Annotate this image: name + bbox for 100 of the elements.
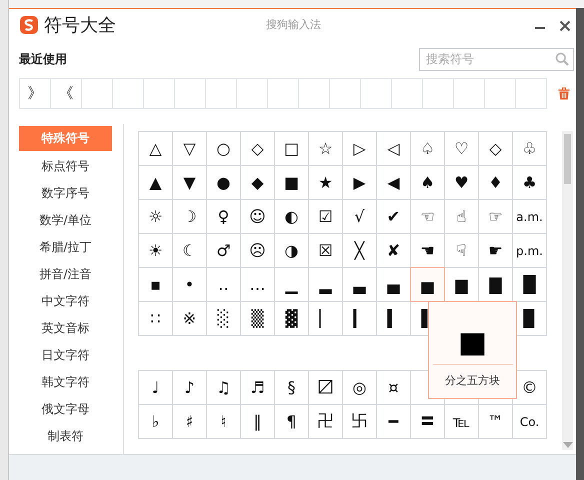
symbol-key[interactable]: ♣: [513, 166, 547, 200]
symbol-key[interactable]: ▃: [343, 268, 377, 302]
symbol-key[interactable]: □: [275, 132, 309, 166]
symbol-key[interactable]: ▍: [377, 302, 411, 336]
category-tab[interactable]: 英文音标: [19, 315, 112, 342]
symbol-key[interactable]: ‥: [207, 268, 241, 302]
symbol-key[interactable]: ☹: [241, 234, 275, 268]
symbol-key[interactable]: ℡: [445, 405, 479, 439]
symbol-key[interactable]: ☽: [173, 200, 207, 234]
symbol-key[interactable]: 《: [51, 78, 82, 108]
symbol-key[interactable]: ☜: [411, 200, 445, 234]
symbol-key[interactable]: ■: [275, 166, 309, 200]
scroll-down-icon[interactable]: [562, 442, 572, 448]
symbol-key[interactable]: ▂: [309, 268, 343, 302]
symbol-key[interactable]: ¤: [377, 371, 411, 405]
empty-slot[interactable]: [82, 78, 113, 108]
symbol-key[interactable]: ▲: [139, 166, 173, 200]
symbol-key[interactable]: ¶: [275, 405, 309, 439]
symbol-key[interactable]: ◎: [343, 371, 377, 405]
scrollbar-thumb[interactable]: [564, 134, 571, 184]
symbol-key[interactable]: 》: [20, 78, 51, 108]
symbol-key[interactable]: ▼: [173, 166, 207, 200]
category-tab[interactable]: 制表符: [19, 423, 112, 450]
category-tab[interactable]: 中文字符: [19, 288, 112, 315]
empty-slot[interactable]: [330, 78, 361, 108]
empty-slot[interactable]: [454, 78, 485, 108]
symbol-key[interactable]: ✘: [377, 234, 411, 268]
symbol-key[interactable]: √: [343, 200, 377, 234]
symbol-key[interactable]: ‖: [241, 405, 275, 439]
symbol-key[interactable]: ♯: [173, 405, 207, 439]
symbol-key[interactable]: ™: [479, 405, 513, 439]
search-field[interactable]: 搜索符号: [419, 48, 574, 70]
symbol-key[interactable]: ✔: [377, 200, 411, 234]
symbol-key[interactable]: ☆: [309, 132, 343, 166]
symbol-key[interactable]: ▒: [241, 302, 275, 336]
symbol-key[interactable]: ※: [173, 302, 207, 336]
empty-slot[interactable]: [175, 78, 206, 108]
symbol-key[interactable]: ♭: [139, 405, 173, 439]
empty-slot[interactable]: [423, 78, 454, 108]
category-tab[interactable]: 俄文字母: [19, 396, 112, 423]
symbol-key[interactable]: △: [139, 132, 173, 166]
category-tab[interactable]: 希腊/拉丁: [19, 234, 112, 261]
symbol-key[interactable]: Co.: [513, 405, 547, 439]
symbol-key[interactable]: ♪: [173, 371, 207, 405]
symbol-key[interactable]: 卍: [309, 405, 343, 439]
symbol-key[interactable]: ▁: [275, 268, 309, 302]
empty-slot[interactable]: [485, 78, 516, 108]
symbol-key[interactable]: 〼: [309, 371, 343, 405]
symbol-key[interactable]: ♦: [479, 166, 513, 200]
symbol-key[interactable]: ♤: [411, 132, 445, 166]
symbol-key[interactable]: ∷: [139, 302, 173, 336]
symbol-key[interactable]: ♧: [513, 132, 547, 166]
symbol-key[interactable]: ◐: [275, 200, 309, 234]
symbol-key[interactable]: ☺: [241, 200, 275, 234]
symbol-key[interactable]: ◆: [241, 166, 275, 200]
empty-slot[interactable]: [516, 78, 547, 108]
symbol-key[interactable]: ★: [309, 166, 343, 200]
symbol-key[interactable]: ◑: [275, 234, 309, 268]
symbol-key[interactable]: ♫: [207, 371, 241, 405]
symbol-key[interactable]: ▏: [309, 302, 343, 336]
symbol-key[interactable]: ♬: [241, 371, 275, 405]
symbol-key[interactable]: ━: [377, 405, 411, 439]
category-tab[interactable]: 数字序号: [19, 180, 112, 207]
category-tab[interactable]: 数学/单位: [19, 207, 112, 234]
category-tab[interactable]: 标点符号: [19, 153, 112, 180]
symbol-key[interactable]: a.m.: [513, 200, 547, 234]
symbol-key[interactable]: p.m.: [513, 234, 547, 268]
symbol-key[interactable]: ○: [207, 132, 241, 166]
symbol-key[interactable]: 〓: [411, 405, 445, 439]
symbol-key[interactable]: ╳: [343, 234, 377, 268]
empty-slot[interactable]: [392, 78, 423, 108]
symbol-key[interactable]: ♥: [445, 166, 479, 200]
symbol-key[interactable]: ▓: [275, 302, 309, 336]
symbol-key[interactable]: ☼: [139, 200, 173, 234]
symbol-key[interactable]: ●: [207, 166, 241, 200]
symbol-key[interactable]: ☞: [479, 200, 513, 234]
symbol-key[interactable]: ◁: [377, 132, 411, 166]
symbol-key[interactable]: ☝: [445, 200, 479, 234]
symbol-key[interactable]: …: [241, 268, 275, 302]
symbol-key[interactable]: •: [173, 268, 207, 302]
symbol-key[interactable]: 卐: [343, 405, 377, 439]
symbol-key[interactable]: ♮: [207, 405, 241, 439]
symbol-key[interactable]: ◀: [377, 166, 411, 200]
category-tab[interactable]: 韩文字符: [19, 369, 112, 396]
empty-slot[interactable]: [268, 78, 299, 108]
symbol-key[interactable]: ♠: [411, 166, 445, 200]
search-icon[interactable]: [555, 52, 569, 66]
symbol-key[interactable]: ☟: [445, 234, 479, 268]
scrollbar[interactable]: [562, 131, 573, 450]
symbol-key[interactable]: ▶: [343, 166, 377, 200]
symbol-key[interactable]: ☛: [479, 234, 513, 268]
category-tab[interactable]: 日文字符: [19, 342, 112, 369]
symbol-key[interactable]: ☒: [309, 234, 343, 268]
symbol-key[interactable]: ♀: [207, 200, 241, 234]
empty-slot[interactable]: [361, 78, 392, 108]
symbol-key[interactable]: §: [275, 371, 309, 405]
symbol-key[interactable]: ◇: [479, 132, 513, 166]
empty-slot[interactable]: [299, 78, 330, 108]
category-tab[interactable]: 拼音/注音: [19, 261, 112, 288]
symbol-key[interactable]: ▷: [343, 132, 377, 166]
